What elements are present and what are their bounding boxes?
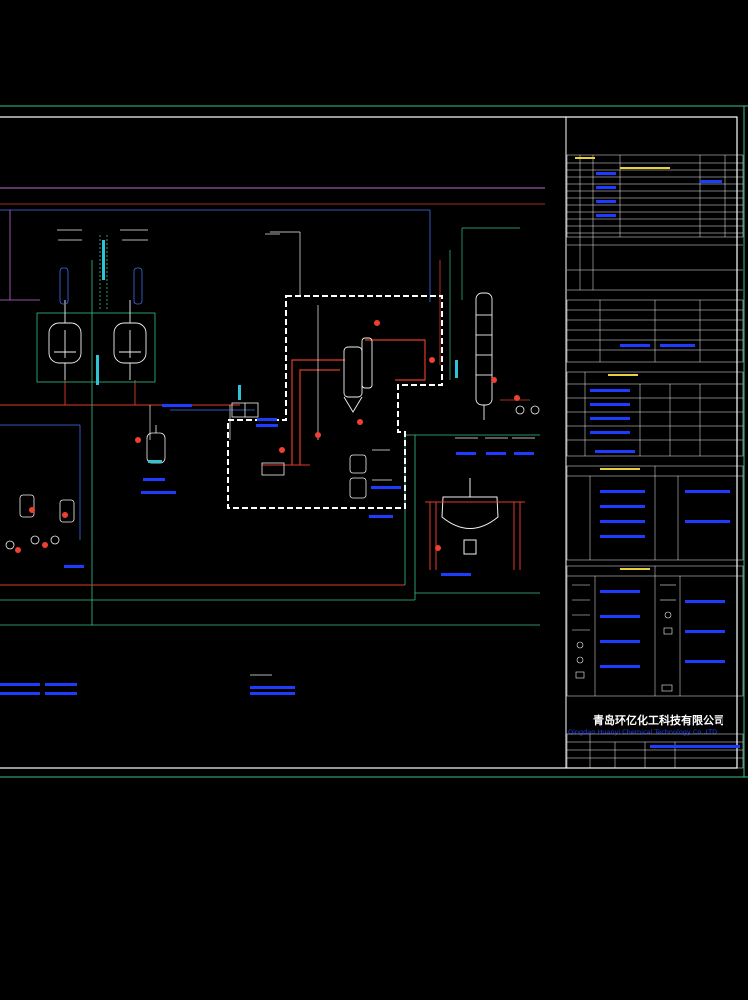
reactor-condensers xyxy=(59,235,143,310)
reactor-a xyxy=(48,300,82,380)
pumps xyxy=(5,405,540,550)
distillation-column xyxy=(475,292,493,420)
instrument-bubbles xyxy=(15,320,520,553)
title-block-blue-text xyxy=(590,172,740,748)
sheet-border xyxy=(0,116,738,769)
title-block xyxy=(566,154,744,769)
reactor-b xyxy=(113,300,147,380)
dryer xyxy=(425,478,525,570)
evaporator xyxy=(343,337,373,413)
pid-drawing xyxy=(0,105,748,778)
receiver-tanks xyxy=(261,454,367,499)
evaporator-package-boundary xyxy=(227,295,443,509)
cad-viewer: 青岛环亿化工科技有限公司 Qingdao Huanyi Chemical Tec… xyxy=(0,0,748,1000)
process-piping xyxy=(0,187,545,626)
legend-symbols xyxy=(572,584,676,692)
